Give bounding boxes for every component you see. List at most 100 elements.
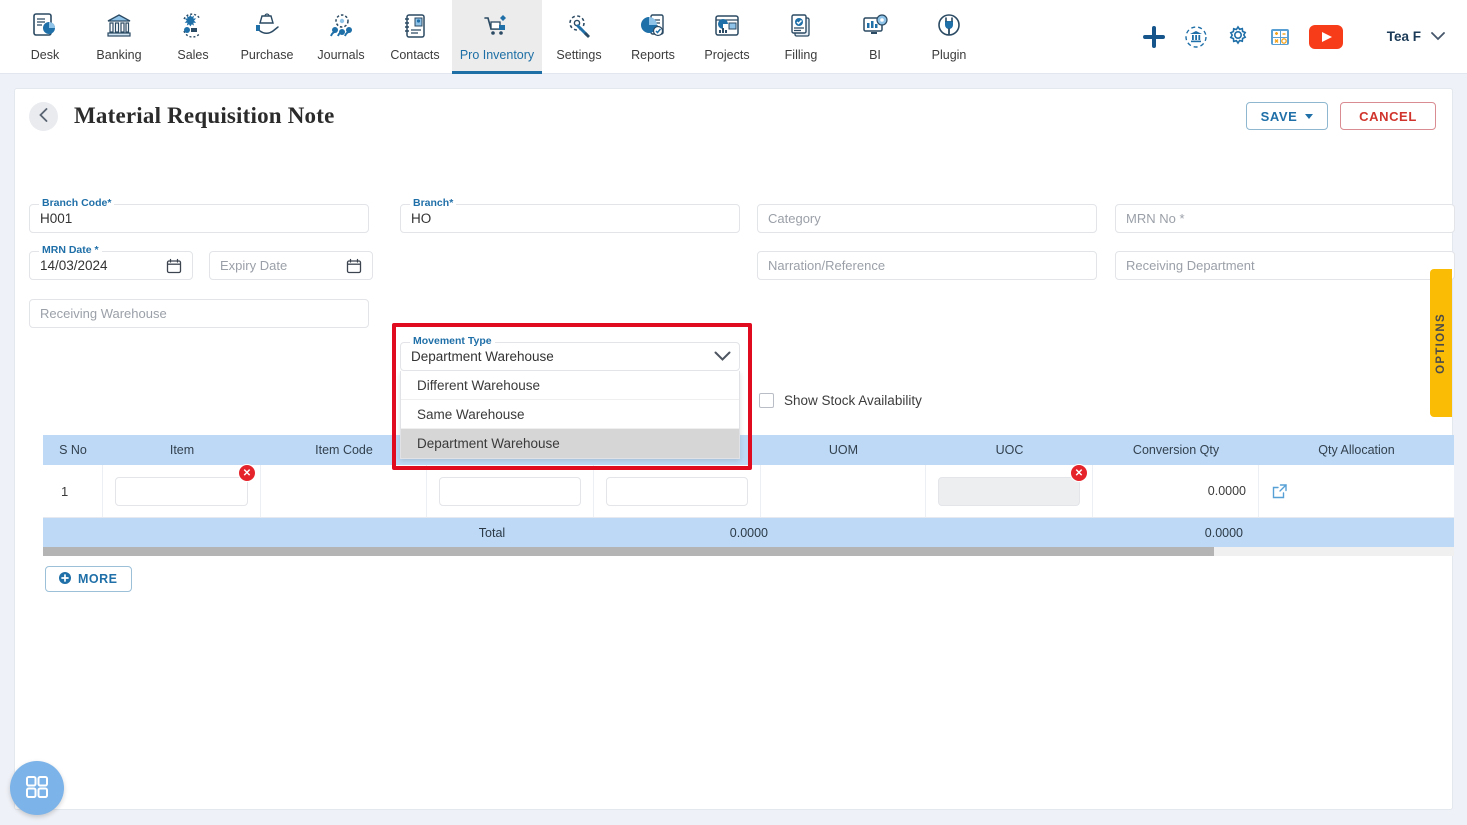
- purchase-icon: [250, 9, 284, 43]
- branch-code-field[interactable]: Branch Code* H001: [29, 197, 369, 233]
- nav-label: Purchase: [240, 48, 294, 62]
- nav-label: Reports: [631, 48, 675, 62]
- projects-icon: [710, 9, 744, 43]
- youtube-icon[interactable]: [1308, 24, 1343, 49]
- nav-item-bi[interactable]: BI: [838, 0, 912, 73]
- movement-type-option-selected[interactable]: Department Warehouse: [401, 429, 739, 458]
- movement-type-field[interactable]: Movement Type Department Warehouse: [400, 335, 740, 371]
- dashboard-icon: [28, 9, 62, 43]
- grid-apps-icon: [24, 774, 50, 803]
- uoc-input[interactable]: [938, 476, 1080, 506]
- nav-item-filling[interactable]: Filling: [764, 0, 838, 73]
- table-horizontal-scrollbar[interactable]: [43, 547, 1454, 556]
- page-title: Material Requisition Note: [74, 103, 335, 128]
- options-label: OPTIONS: [1435, 312, 1447, 374]
- nav-label: Filling: [784, 48, 818, 62]
- conversion-qty-value: 0.0000: [1207, 484, 1246, 498]
- user-menu[interactable]: Tea F: [1387, 28, 1445, 46]
- nav-item-purchase[interactable]: Purchase: [230, 0, 304, 73]
- cell-s-no: 1: [43, 465, 103, 517]
- column-header-qty-allocation: Qty Allocation: [1318, 443, 1395, 457]
- table-total-row: Total 0.0000 0.0000: [43, 518, 1454, 547]
- nav-item-projects[interactable]: Projects: [690, 0, 764, 73]
- nav-label: Sales: [177, 48, 209, 62]
- caret-down-icon: [1305, 113, 1314, 119]
- nav-item-plugin[interactable]: Plugin: [912, 0, 986, 73]
- blank-1-input[interactable]: [439, 476, 581, 506]
- bank-refresh-icon[interactable]: [1183, 24, 1209, 50]
- nav-item-contacts[interactable]: Contacts: [378, 0, 452, 73]
- delete-badge-icon[interactable]: ✕: [1070, 464, 1088, 482]
- category-field[interactable]: Category: [757, 204, 1097, 233]
- top-navigation-bar: Desk Banking Sales Purchase Journals Con…: [0, 0, 1467, 74]
- movement-type-option[interactable]: Different Warehouse: [401, 371, 739, 400]
- reports-icon: [636, 9, 670, 43]
- nav-item-desk[interactable]: Desk: [8, 0, 82, 73]
- back-button[interactable]: [29, 101, 58, 131]
- calculator-icon[interactable]: [1267, 24, 1293, 50]
- movement-type-option[interactable]: Same Warehouse: [401, 400, 739, 429]
- nav-item-journals[interactable]: Journals: [304, 0, 378, 73]
- cell-item-code[interactable]: [261, 465, 427, 517]
- gear-icon[interactable]: [1225, 24, 1251, 50]
- expiry-date-placeholder: Expiry Date: [220, 258, 288, 273]
- receiving-warehouse-field[interactable]: Receiving Warehouse: [29, 299, 369, 328]
- apps-fab-button[interactable]: [10, 761, 64, 815]
- mrn-no-field[interactable]: MRN No *: [1115, 204, 1455, 233]
- contacts-icon: [398, 9, 432, 43]
- delete-badge-icon[interactable]: ✕: [238, 464, 256, 482]
- cell-qty-allocation[interactable]: [1259, 465, 1454, 517]
- movement-type-dropdown[interactable]: Movement Type Department Warehouse Diffe…: [400, 335, 740, 459]
- branch-code-legend: Branch Code*: [39, 197, 115, 209]
- cancel-button[interactable]: CANCEL: [1340, 102, 1436, 130]
- mrn-date-field[interactable]: MRN Date * 14/03/2024: [29, 244, 193, 280]
- total-label: Total: [478, 525, 506, 540]
- cell-conversion-qty: 0.0000: [1093, 465, 1259, 517]
- cell-uom[interactable]: [761, 465, 926, 517]
- calendar-icon[interactable]: [345, 257, 362, 274]
- chevron-down-icon: [1431, 28, 1445, 46]
- items-table: S No Item Item Code UOM UOC Conversion Q…: [43, 435, 1454, 556]
- nav-item-sales[interactable]: Sales: [156, 0, 230, 73]
- nav-label: Projects: [704, 48, 750, 62]
- cell-item[interactable]: ✕: [103, 464, 261, 517]
- movement-type-value: Department Warehouse: [411, 349, 554, 364]
- options-tab[interactable]: OPTIONS: [1430, 269, 1452, 417]
- table-header-row: S No Item Item Code UOM UOC Conversion Q…: [43, 435, 1454, 465]
- plugin-icon: [932, 9, 966, 43]
- cell-blank-1[interactable]: [427, 465, 594, 517]
- receiving-department-field[interactable]: Receiving Department: [1115, 251, 1455, 280]
- expiry-date-field[interactable]: Expiry Date: [209, 251, 373, 280]
- scrollbar-thumb[interactable]: [43, 547, 1215, 556]
- show-stock-availability-checkbox[interactable]: Show Stock Availability: [759, 393, 922, 408]
- external-link-icon[interactable]: [1271, 483, 1288, 500]
- more-label: MORE: [78, 572, 118, 586]
- narration-placeholder: Narration/Reference: [768, 258, 886, 273]
- save-button[interactable]: SAVE: [1246, 102, 1328, 130]
- chevron-down-icon[interactable]: [714, 351, 731, 362]
- settings-icon: [562, 9, 596, 43]
- column-header-item: Item: [169, 443, 195, 457]
- nav-item-reports[interactable]: Reports: [616, 0, 690, 73]
- column-header-uoc: UOC: [995, 443, 1024, 457]
- calendar-icon[interactable]: [165, 257, 182, 274]
- branch-field[interactable]: Branch* HO: [400, 197, 740, 233]
- chevron-left-icon: [39, 107, 48, 125]
- nav-item-banking[interactable]: Banking: [82, 0, 156, 73]
- nav-item-pro-inventory[interactable]: Pro Inventory: [452, 0, 542, 74]
- cell-uoc[interactable]: ✕: [926, 464, 1093, 517]
- item-input[interactable]: [115, 476, 248, 506]
- plus-icon[interactable]: [1141, 24, 1167, 50]
- checkbox-label: Show Stock Availability: [784, 393, 922, 408]
- user-name-label: Tea F: [1386, 29, 1421, 44]
- nav-label: BI: [869, 48, 881, 62]
- narration-field[interactable]: Narration/Reference: [757, 251, 1097, 280]
- nav-item-settings[interactable]: Settings: [542, 0, 616, 73]
- journals-icon: [324, 9, 358, 43]
- header-actions: SAVE CANCEL: [1246, 102, 1436, 130]
- nav-right-actions: Tea F: [1141, 0, 1467, 73]
- cell-blank-2[interactable]: [594, 465, 761, 517]
- more-button[interactable]: MORE: [45, 566, 132, 592]
- plus-circle-icon: [59, 571, 71, 587]
- blank-2-input[interactable]: [606, 476, 748, 506]
